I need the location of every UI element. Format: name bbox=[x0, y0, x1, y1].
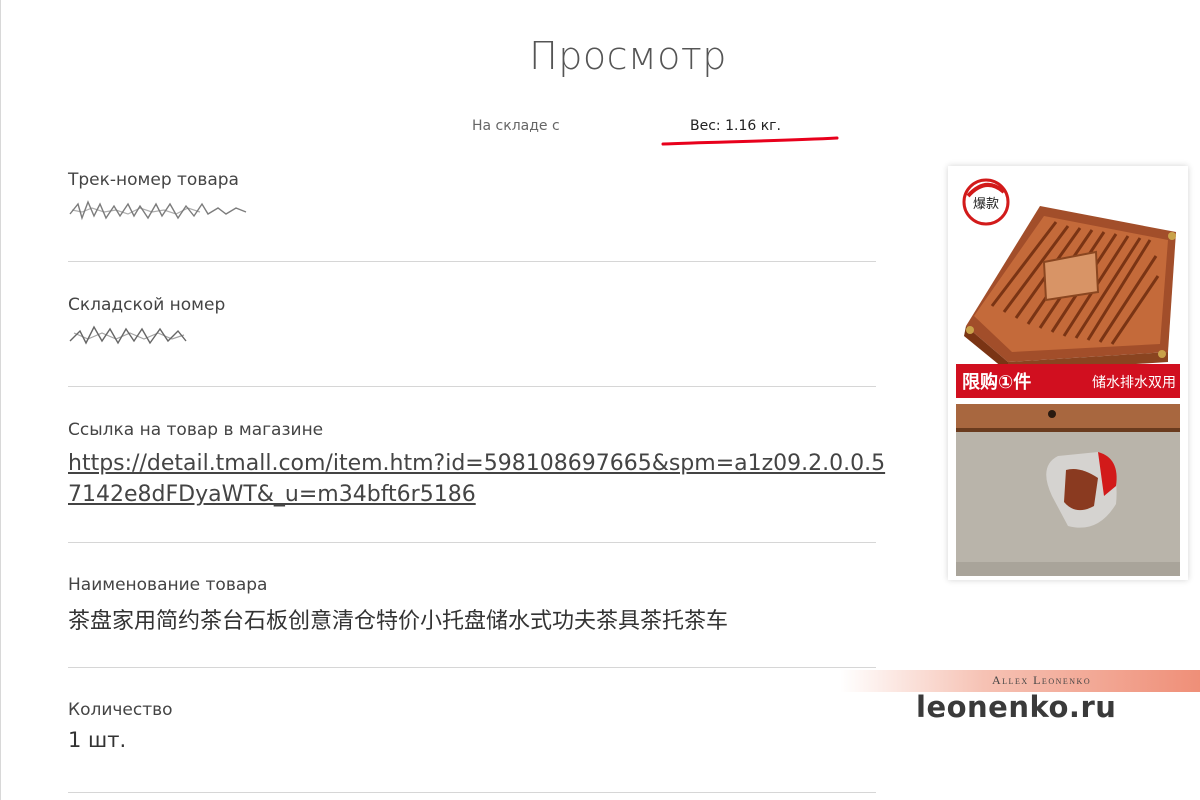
separator bbox=[68, 542, 876, 543]
tab-weight[interactable]: Вес: 1.16 кг. bbox=[690, 118, 781, 134]
separator bbox=[68, 667, 876, 668]
quantity-label: Количество bbox=[68, 700, 173, 720]
weight-highlight-underline bbox=[661, 136, 839, 146]
separator bbox=[68, 261, 876, 262]
page-title: Просмотр bbox=[529, 34, 727, 78]
promo-feature-text: 储水排水双用 bbox=[1092, 375, 1176, 391]
warehouse-number-redacted bbox=[69, 325, 187, 345]
product-image-card[interactable]: 爆款 限购①件 储水排水双用 bbox=[948, 166, 1188, 580]
product-photo bbox=[956, 404, 1180, 576]
watermark-site: leonenko.ru bbox=[916, 690, 1117, 724]
product-link[interactable]: https://detail.tmall.com/item.htm?id=598… bbox=[68, 448, 898, 510]
watermark-author: Allex Leonenko bbox=[992, 673, 1092, 687]
separator bbox=[68, 792, 876, 793]
field-product-name: Наименование товара 茶盘家用简约茶台石板创意清仓特价小托盘储… bbox=[68, 575, 876, 668]
field-tracking-number: Трек-номер товара bbox=[68, 170, 876, 262]
separator bbox=[68, 386, 876, 387]
field-warehouse-number: Складской номер bbox=[68, 295, 876, 387]
field-product-link: Ссылка на товар в магазине https://detai… bbox=[68, 420, 885, 543]
promo-limit-text: 限购①件 bbox=[962, 371, 1031, 393]
left-border bbox=[0, 0, 1, 800]
product-image: 爆款 限购①件 储水排水双用 bbox=[948, 166, 1188, 580]
product-name-value: 茶盘家用简约茶台石板创意清仓特价小托盘储水式功夫茶具茶托茶车 bbox=[68, 609, 729, 634]
product-link-label: Ссылка на товар в магазине bbox=[68, 420, 324, 440]
tab-in-stock[interactable]: На складе с bbox=[472, 118, 560, 134]
tracking-number-redacted bbox=[69, 200, 247, 221]
quantity-value: 1 шт. bbox=[68, 728, 127, 752]
tracking-number-label: Трек-номер товара bbox=[68, 170, 239, 190]
field-quantity: Количество 1 шт. bbox=[68, 700, 876, 793]
warehouse-number-label: Складской номер bbox=[68, 295, 226, 315]
badge-text: 爆款 bbox=[973, 197, 999, 212]
product-name-label: Наименование товара bbox=[68, 575, 268, 595]
